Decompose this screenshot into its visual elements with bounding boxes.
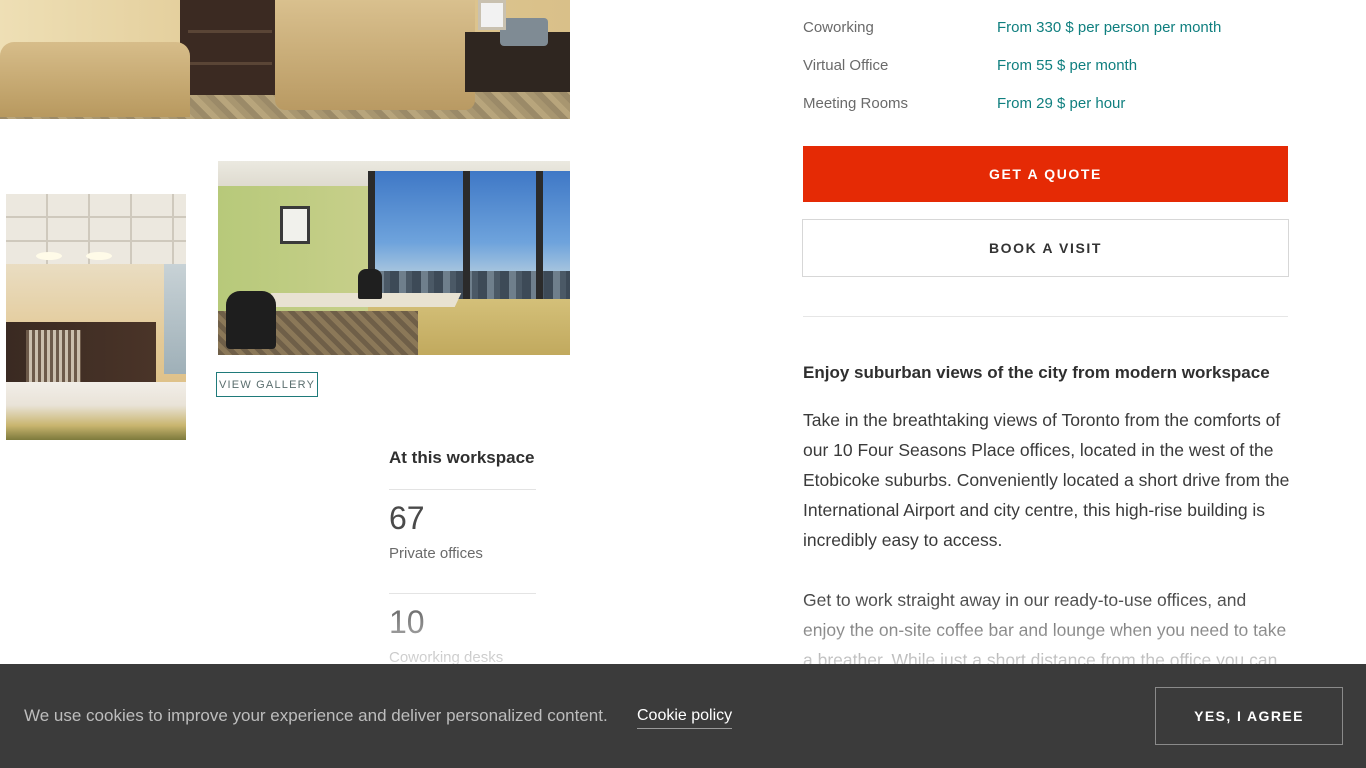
price-name: Meeting Rooms <box>803 95 909 112</box>
price-name: Virtual Office <box>803 57 889 74</box>
workspace-stats: At this workspace 67 Private offices 10 … <box>389 446 536 673</box>
stat-label: Private offices <box>389 545 483 562</box>
photo-armchair <box>0 42 190 117</box>
photo-light <box>86 252 112 260</box>
stat-value: 10 <box>389 604 425 640</box>
gallery-photo-reception[interactable] <box>6 194 186 440</box>
photo-mullion <box>536 171 543 301</box>
price-value: From 330 $ per person per month <box>997 19 1222 36</box>
photo-floor <box>6 382 186 440</box>
description-paragraph: Get to work straight away in our ready-t… <box>803 590 1287 670</box>
photo-frame <box>478 0 506 30</box>
book-a-visit-button[interactable]: BOOK A VISIT <box>802 219 1289 277</box>
gallery-photo-office[interactable] <box>218 161 570 355</box>
cookie-message: We use cookies to improve your experienc… <box>24 706 608 725</box>
accept-cookies-button[interactable]: YES, I AGREE <box>1155 687 1343 745</box>
stat-coworking-desks: 10 Coworking desks <box>389 593 536 673</box>
stat-private-offices: 67 Private offices <box>389 489 536 593</box>
photo-glass <box>164 264 186 374</box>
photo-phone <box>500 18 548 46</box>
photo-desk-panel <box>26 330 81 382</box>
gallery-photo-lounge[interactable] <box>0 0 570 119</box>
photo-shelf <box>180 0 280 95</box>
price-value: From 55 $ per month <box>997 57 1138 74</box>
cookie-policy-link[interactable]: Cookie policy <box>637 704 733 729</box>
photo-light <box>36 252 62 260</box>
cookie-banner: We use cookies to improve your experienc… <box>0 664 1366 768</box>
get-a-quote-button[interactable]: GET A QUOTE <box>803 146 1288 202</box>
price-row-virtual-office: Virtual Office From 55 $ per month <box>803 54 1288 78</box>
photo-office-chair <box>358 269 382 299</box>
photo-mullion <box>463 171 470 301</box>
stat-value: 67 <box>389 500 425 536</box>
workspace-heading: At this workspace <box>389 448 535 467</box>
price-row-coworking: Coworking From 330 $ per person per mont… <box>803 16 1288 40</box>
photo-armchair <box>275 0 475 110</box>
description-heading: Enjoy suburban views of the city from mo… <box>803 363 1270 382</box>
photo-wall-art <box>280 206 310 244</box>
view-gallery-button[interactable]: VIEW GALLERY <box>216 372 319 397</box>
price-value: From 29 $ per hour <box>997 95 1126 112</box>
price-row-meeting-rooms: Meeting Rooms From 29 $ per hour <box>803 92 1288 116</box>
divider <box>803 316 1288 317</box>
description-paragraph: Take in the breathtaking views of Toront… <box>803 410 1290 550</box>
photo-office-chair <box>226 291 276 349</box>
price-name: Coworking <box>803 19 874 36</box>
